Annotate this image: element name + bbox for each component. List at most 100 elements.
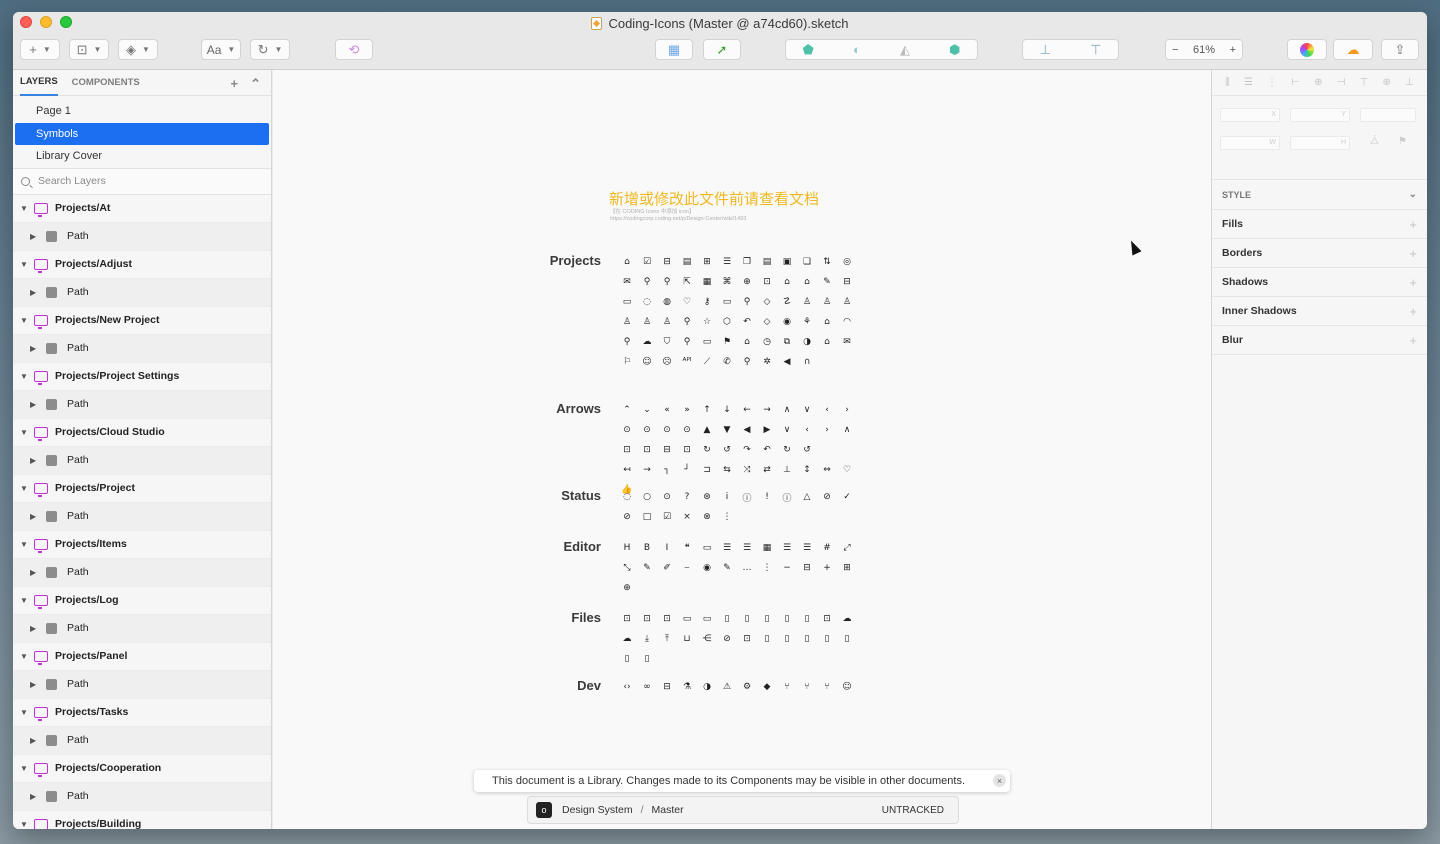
library-icon[interactable]: ✉: [837, 332, 857, 352]
disclosure-open-icon[interactable]: ▼: [20, 820, 32, 829]
layers-button[interactable]: ◈ ▼: [118, 39, 158, 60]
style-row[interactable]: Fills +: [1212, 210, 1427, 239]
library-icon[interactable]: ☑: [637, 252, 657, 272]
zoom-in-button[interactable]: +: [1230, 44, 1236, 56]
library-icon[interactable]: [837, 440, 857, 460]
library-icon[interactable]: ♙: [637, 312, 657, 332]
union-icon[interactable]: ⬟: [803, 42, 814, 58]
canvas[interactable]: 新增或修改此文件前请查看文档 【在 CODING Icons 中添加 icon】…: [273, 70, 1211, 829]
library-icon[interactable]: ⚐: [617, 352, 637, 372]
library-icon[interactable]: ▯: [797, 629, 817, 649]
library-icon[interactable]: !: [757, 487, 777, 507]
library-icon[interactable]: ↺: [717, 440, 737, 460]
library-icon[interactable]: ∧: [837, 420, 857, 440]
library-icon[interactable]: ▭: [677, 609, 697, 629]
symbol-refresh-button[interactable]: ⟲: [335, 39, 373, 60]
library-icon[interactable]: ✉: [617, 272, 637, 292]
align-top-icon[interactable]: ⊤: [1360, 77, 1369, 88]
library-icon[interactable]: ▯: [797, 609, 817, 629]
library-icon[interactable]: ⊡: [617, 609, 637, 629]
disclosure-closed-icon[interactable]: ▶: [30, 792, 42, 801]
library-icon[interactable]: ⋮: [717, 507, 737, 527]
library-icon[interactable]: ☁: [617, 629, 637, 649]
library-icon[interactable]: B: [637, 538, 657, 558]
library-icon[interactable]: ◍: [657, 292, 677, 312]
library-icon[interactable]: ⊙: [617, 420, 637, 440]
add-style-icon[interactable]: +: [1409, 275, 1417, 290]
library-icon[interactable]: »: [677, 400, 697, 420]
library-icon[interactable]: ⊟: [837, 272, 857, 292]
library-icon[interactable]: ⚲: [617, 332, 637, 352]
library-icon[interactable]: ☰: [717, 252, 737, 272]
library-icon[interactable]: ◌: [617, 487, 637, 507]
library-icon[interactable]: ‹: [797, 420, 817, 440]
library-icon[interactable]: ⊡: [817, 609, 837, 629]
disclosure-open-icon[interactable]: ▼: [20, 764, 32, 773]
disclosure-closed-icon[interactable]: ▶: [30, 624, 42, 633]
library-icon[interactable]: ⌂: [797, 272, 817, 292]
collapse-pages-icon[interactable]: ⌃: [250, 76, 261, 92]
disclosure-closed-icon[interactable]: ▶: [30, 736, 42, 745]
add-style-icon[interactable]: +: [1409, 333, 1417, 348]
library-icon[interactable]: ◆: [757, 677, 777, 697]
align-middle-icon[interactable]: ⊕: [1383, 77, 1391, 88]
library-icon[interactable]: ⇄: [757, 460, 777, 480]
share-button[interactable]: ⇪: [1381, 39, 1419, 60]
distribute-horizontal-icon[interactable]: ⫼: [1225, 77, 1230, 88]
library-icon[interactable]: ⓘ: [737, 487, 757, 507]
library-icon[interactable]: ⌄: [637, 400, 657, 420]
library-icon[interactable]: ⊡: [637, 440, 657, 460]
library-icon[interactable]: ⚠: [717, 677, 737, 697]
library-icon[interactable]: ⊕: [737, 272, 757, 292]
library-icon[interactable]: ›: [837, 400, 857, 420]
library-icon[interactable]: ⇅: [817, 252, 837, 272]
backward-icon[interactable]: ⊤: [1090, 42, 1101, 58]
library-icon[interactable]: ▯: [757, 629, 777, 649]
library-icon[interactable]: ⓘ: [777, 487, 797, 507]
library-icon[interactable]: ▤: [677, 252, 697, 272]
library-icon[interactable]: △: [797, 487, 817, 507]
add-style-icon[interactable]: +: [1409, 304, 1417, 319]
library-icon[interactable]: ⊞: [837, 558, 857, 578]
layer-path-row[interactable]: ▶ Path: [13, 278, 271, 307]
distribute-vertical-icon[interactable]: ☰: [1244, 77, 1253, 88]
library-icon[interactable]: ▤: [757, 252, 777, 272]
library-icon[interactable]: ⚲: [677, 332, 697, 352]
maximize-window-button[interactable]: [60, 16, 72, 28]
library-icon[interactable]: ⑂: [817, 677, 837, 697]
library-icon[interactable]: ◉: [697, 558, 717, 578]
library-icon[interactable]: ▭: [617, 292, 637, 312]
intersect-icon[interactable]: ◭: [900, 42, 910, 58]
library-icon[interactable]: ⊡: [737, 629, 757, 649]
disclosure-closed-icon[interactable]: ▶: [30, 400, 42, 409]
library-icon[interactable]: ⌣: [677, 558, 697, 578]
layer-path-row[interactable]: ▶ Path: [13, 614, 271, 643]
library-icon[interactable]: ☁: [837, 609, 857, 629]
library-icon[interactable]: ⌂: [817, 332, 837, 352]
minimize-window-button[interactable]: [40, 16, 52, 28]
library-icon[interactable]: ⬡: [717, 312, 737, 332]
library-icon[interactable]: □: [637, 507, 657, 527]
page-item-library-cover[interactable]: Library Cover: [15, 145, 269, 168]
library-icon[interactable]: ◷: [757, 332, 777, 352]
library-icon[interactable]: ⌂: [777, 272, 797, 292]
disclosure-open-icon[interactable]: ▼: [20, 204, 32, 213]
disclosure-open-icon[interactable]: ▼: [20, 428, 32, 437]
library-icon[interactable]: ▯: [737, 609, 757, 629]
library-icon[interactable]: ▯: [717, 609, 737, 629]
prototype-button[interactable]: ➚: [703, 39, 741, 60]
library-icon[interactable]: ▦: [697, 272, 717, 292]
library-icon[interactable]: ⤢: [837, 538, 857, 558]
library-icon[interactable]: ⊘: [717, 629, 737, 649]
layer-symbol-row[interactable]: ▼ Projects/Adjust: [13, 250, 271, 279]
disclosure-open-icon[interactable]: ▼: [20, 540, 32, 549]
library-icon[interactable]: ⊥: [777, 460, 797, 480]
library-icon[interactable]: ▦: [757, 538, 777, 558]
library-icon[interactable]: ▲: [697, 420, 717, 440]
library-icon[interactable]: ▶: [757, 420, 777, 440]
search-input[interactable]: Search Layers: [38, 175, 106, 187]
library-icon[interactable]: ✎: [637, 558, 657, 578]
cloud-button[interactable]: ☁: [1333, 39, 1373, 60]
library-icon[interactable]: ↷: [737, 440, 757, 460]
library-icon[interactable]: H: [617, 538, 637, 558]
